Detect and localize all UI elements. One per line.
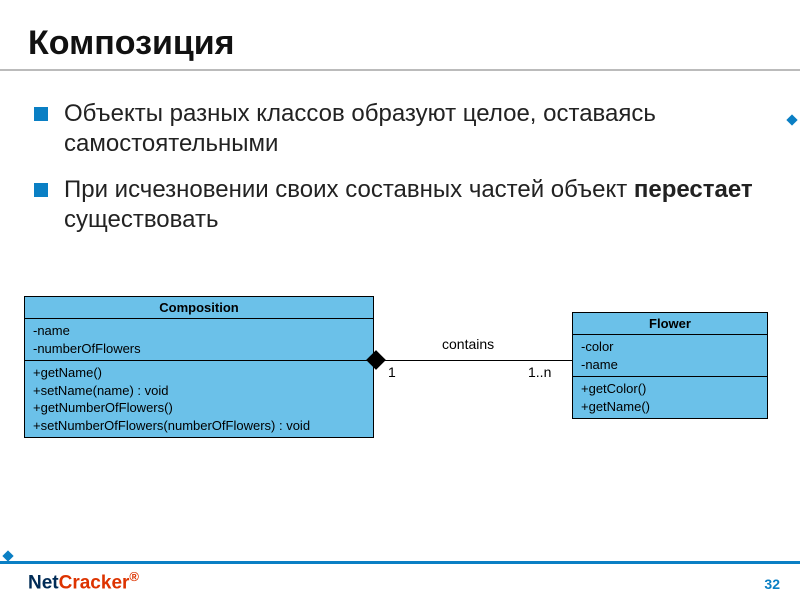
association-label: contains [442,336,494,352]
uml-operation: +setName(name) : void [33,382,365,400]
uml-operation: +getName() [581,398,759,416]
bullet-text-pre: При исчезновении своих составных частей … [64,176,634,203]
content-area: Объекты разных классов образуют целое, о… [0,71,800,235]
uml-operations: +getColor() +getName() [573,377,767,418]
uml-attribute: -color [581,338,759,356]
uml-class-name: Composition [25,297,373,319]
uml-diagram: Composition -name -numberOfFlowers +getN… [24,296,780,500]
bullet-text-bold: перестает [634,176,753,203]
uml-attribute: -name [33,322,365,340]
decorative-diamond-icon [2,550,13,561]
uml-class-flower: Flower -color -name +getColor() +getName… [572,312,768,419]
multiplicity-right: 1..n [528,364,551,380]
footer: NetCracker® 32 [0,564,800,600]
association-line [374,360,572,361]
registered-icon: ® [129,569,139,584]
brand-logo: NetCracker® [28,569,139,594]
uml-operations: +getName() +setName(name) : void +getNum… [25,361,373,437]
uml-operation: +getNumberOfFlowers() [33,399,365,417]
uml-class-composition: Composition -name -numberOfFlowers +getN… [24,296,374,438]
uml-attributes: -name -numberOfFlowers [25,319,373,361]
bullet-list: Объекты разных классов образуют целое, о… [64,99,786,235]
page-title: Композиция [0,0,800,69]
uml-class-name: Flower [573,313,767,335]
bullet-text-post: существовать [64,206,218,233]
bullet-text-pre: Объекты разных классов образуют целое, о… [64,100,656,157]
uml-attribute: -name [581,356,759,374]
logo-text-pre: Net [28,572,59,593]
logo-text-post: Cracker [59,572,130,593]
uml-operation: +setNumberOfFlowers(numberOfFlowers) : v… [33,417,365,435]
bullet-item: При исчезновении своих составных частей … [64,175,786,235]
uml-attribute: -numberOfFlowers [33,340,365,358]
uml-attributes: -color -name [573,335,767,377]
uml-operation: +getName() [33,364,365,382]
multiplicity-left: 1 [388,364,396,380]
page-number: 32 [764,576,780,592]
bullet-item: Объекты разных классов образуют целое, о… [64,99,786,159]
uml-operation: +getColor() [581,380,759,398]
